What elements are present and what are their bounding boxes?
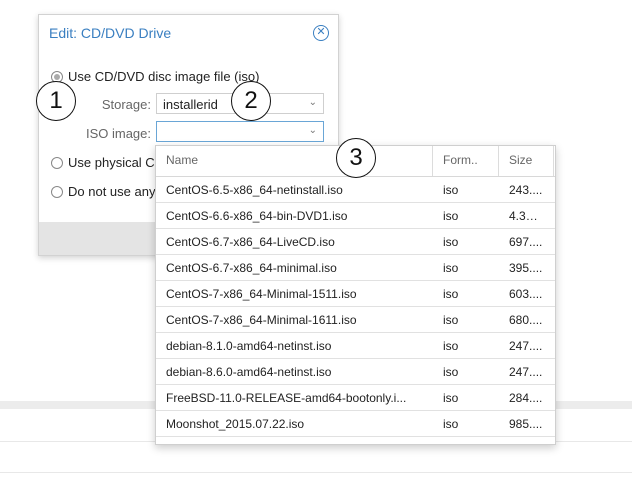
table-row[interactable]: CentOS-7-x86_64-Minimal-1511.iso iso 603..… (156, 281, 555, 307)
cell-name: Moonshot_2015.07.22.iso (166, 417, 305, 431)
table-row[interactable]: CentOS-7-x86_64-Minimal-1611.iso iso 680..… (156, 307, 555, 333)
cell-name: CentOS-6.6-x86_64-bin-DVD1.iso (166, 209, 348, 223)
cell-name: CentOS-6.7-x86_64-LiveCD.iso (166, 235, 335, 249)
table-row[interactable]: CentOS-6.7-x86_64-LiveCD.iso iso 697.... (156, 229, 555, 255)
cell-format: iso (443, 365, 459, 379)
cell-format: iso (443, 417, 459, 431)
grid-body: CentOS-6.5-x86_64-netinstall.iso iso 243..… (156, 177, 555, 444)
cell-size: 243.... (509, 183, 543, 197)
cell-name: openSUSE-12.3-NET-x86_64.iso (156, 437, 433, 444)
table-row[interactable]: debian-8.1.0-amd64-netinst.iso iso 247.... (156, 333, 555, 359)
cell-format: iso (443, 183, 459, 197)
cell-format: iso (443, 261, 459, 275)
table-row[interactable]: FreeBSD-11.0-RELEASE-amd64-bootonly.i...… (156, 385, 555, 411)
cell-name: CentOS-7-x86_64-Minimal-1611.iso (166, 313, 357, 327)
column-header-name[interactable]: Name (156, 146, 433, 176)
radio-button[interactable] (51, 185, 63, 198)
cell-name: debian-8.6.0-amd64-netinst.iso (166, 365, 332, 379)
column-header-format[interactable]: Form.. (433, 146, 499, 176)
cell-name: CentOS-7-x86_64-Minimal-1511.iso (166, 287, 357, 301)
iso-picker-grid: Name Form.. Size CentOS-6.5-x86_64-netin… (155, 145, 556, 445)
cell-format: iso (433, 437, 499, 444)
column-header-size[interactable]: Size (499, 146, 554, 176)
cell-format: iso (443, 313, 459, 327)
cell-size: 680.... (509, 313, 543, 327)
table-row[interactable]: CentOS-6.5-x86_64-netinstall.iso iso 243..… (156, 177, 555, 203)
cell-name: FreeBSD-11.0-RELEASE-amd64-bootonly.i... (166, 391, 407, 405)
cell-size: 247.... (509, 339, 543, 353)
cell-format: iso (443, 339, 459, 353)
table-row[interactable]: openSUSE-12.3-NET-x86_64.isoiso241.... (156, 437, 555, 444)
cell-size: 603.... (509, 287, 543, 301)
callout-1: 1 (36, 81, 76, 121)
cell-format: iso (443, 391, 459, 405)
callout-2: 2 (231, 81, 271, 121)
radio-button[interactable] (51, 156, 63, 169)
radio-label: Do not use any (68, 184, 156, 199)
radio-label: Use physical C (68, 155, 155, 170)
cell-name: CentOS-6.7-x86_64-minimal.iso (166, 261, 337, 275)
cell-format: iso (443, 209, 459, 223)
storage-value: installerid (163, 97, 218, 112)
table-row[interactable]: CentOS-6.7-x86_64-minimal.iso iso 395.... (156, 255, 555, 281)
table-row[interactable]: Moonshot_2015.07.22.iso iso 985.... (156, 411, 555, 437)
radio-use-iso[interactable]: Use CD/DVD disc image file (iso) (51, 69, 259, 84)
cell-size: 4.31.... (509, 209, 546, 223)
table-row[interactable]: debian-8.6.0-amd64-netinst.iso iso 247.... (156, 359, 555, 385)
callout-3: 3 (336, 138, 376, 178)
chevron-down-icon[interactable]: ⌄ (309, 125, 317, 136)
cell-size: 985.... (509, 417, 543, 431)
cell-size: 697.... (509, 235, 543, 249)
cell-size: 241.... (499, 437, 554, 444)
cell-name: CentOS-6.5-x86_64-netinstall.iso (166, 183, 343, 197)
cell-format: iso (443, 287, 459, 301)
cell-size: 395.... (509, 261, 543, 275)
background-divider (0, 472, 632, 473)
cell-size: 247.... (509, 365, 543, 379)
dialog-title: Edit: CD/DVD Drive (49, 25, 172, 41)
chevron-down-icon[interactable]: ⌄ (309, 97, 317, 108)
cell-format: iso (443, 235, 459, 249)
close-icon[interactable]: ✕ (313, 25, 329, 41)
iso-image-select[interactable]: ⌄ (156, 121, 324, 142)
cell-size: 284.... (509, 391, 543, 405)
radio-no-media[interactable]: Do not use any (51, 184, 155, 199)
radio-label: Use CD/DVD disc image file (iso) (68, 69, 260, 84)
table-row[interactable]: CentOS-6.6-x86_64-bin-DVD1.iso iso 4.31...… (156, 203, 555, 229)
radio-use-physical[interactable]: Use physical C (51, 155, 155, 170)
iso-image-label: ISO image: (85, 126, 151, 141)
cell-name: debian-8.1.0-amd64-netinst.iso (166, 339, 332, 353)
